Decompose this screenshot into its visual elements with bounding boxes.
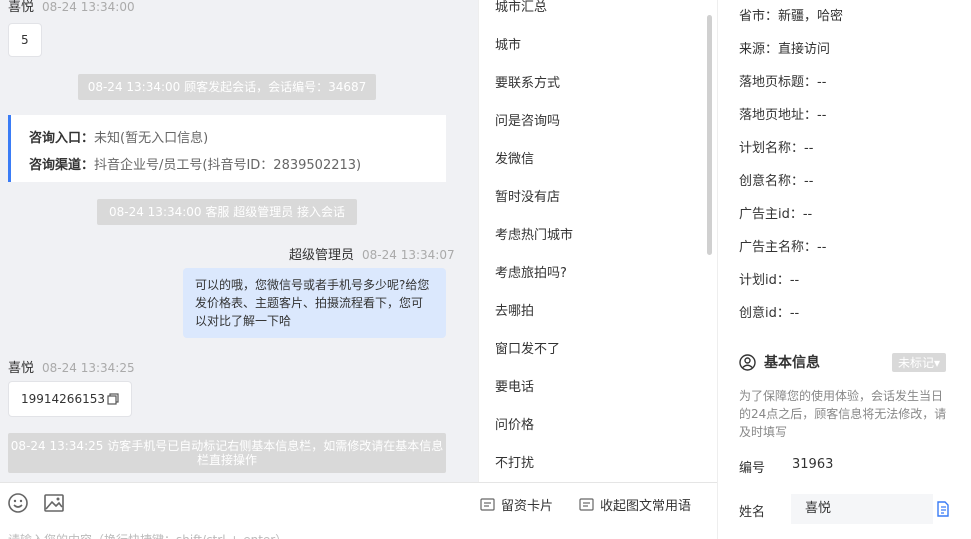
message-time: 08-24 13:34:07 <box>362 248 455 262</box>
agent-message-bubble: 可以的哦，您微信号或者手机号多少呢?给您发价格表、主题客片、拍摄流程看下，您可以… <box>183 268 446 338</box>
channel-value: 抖音企业号/员工号(抖音号ID：2839502213) <box>94 158 362 173</box>
message-time: 08-24 13:34:25 <box>42 361 135 375</box>
quick-reply-item[interactable]: 考虑旅拍吗? <box>495 262 567 281</box>
info-field: 落地页地址：-- <box>739 108 827 123</box>
status-tag-dropdown[interactable]: 未标记▾ <box>892 353 947 372</box>
message-bubble: 5 <box>8 23 42 57</box>
info-field: 计划id：-- <box>739 273 800 288</box>
collapse-phrases-button[interactable]: 收起图文常用语 <box>579 495 691 514</box>
copy-icon[interactable] <box>107 393 119 405</box>
info-field: 计划名称：-- <box>739 141 814 156</box>
info-field: 落地页标题：-- <box>739 75 827 90</box>
message-bubble: 19914266153 <box>8 381 132 417</box>
quick-reply-item[interactable]: 暂时没有店 <box>495 186 560 205</box>
entry-value: 未知(暂无入口信息) <box>94 131 209 146</box>
user-icon <box>739 353 756 371</box>
channel-label: 咨询渠道： <box>29 158 95 173</box>
quick-reply-item[interactable]: 要电话 <box>495 376 534 395</box>
info-field: 省市：新疆，哈密 <box>739 9 844 24</box>
customer-info-panel: 省市：新疆，哈密 来源：直接访问 落地页标题：-- 落地页地址：-- 计划名称：… <box>717 0 971 539</box>
quick-reply-item[interactable]: 问价格 <box>495 414 534 433</box>
phone-number: 19914266153 <box>21 392 105 406</box>
leave-card-label: 留资卡片 <box>501 499 554 514</box>
system-message: 08-24 13:34:00 顾客发起会话，会话编号：34687 <box>78 74 376 100</box>
name-field[interactable]: 喜悦 <box>791 494 933 524</box>
message-sender: 喜悦 08-24 13:34:25 <box>8 357 135 376</box>
sender-name: 喜悦 <box>8 361 35 376</box>
consult-info-card: 咨询入口：未知(暂无入口信息) 咨询渠道：抖音企业号/员工号(抖音号ID：283… <box>8 115 446 182</box>
basic-info-title: 基本信息 <box>739 352 820 372</box>
quick-reply-item[interactable]: 不打扰 <box>495 452 534 471</box>
sender-name: 喜悦 <box>8 0 35 15</box>
quick-reply-item[interactable]: 问是咨询吗 <box>495 110 560 129</box>
scrollbar[interactable] <box>707 15 712 255</box>
message-sender: 超级管理员 08-24 13:34:07 <box>289 244 455 263</box>
quick-reply-item[interactable]: 要联系方式 <box>495 72 560 91</box>
info-note: 为了保障您的使用体验，会话发生当日的24点之后，顾客信息将无法修改，请及时填写 <box>739 389 947 439</box>
system-message: 08-24 13:34:25 访客手机号已自动标记右侧基本信息栏，如需修改请在基… <box>8 433 446 473</box>
message-icon <box>579 498 594 511</box>
message-input-placeholder[interactable]: 请输入您的内容（换行快捷键：shift/ctrl + enter） <box>8 531 287 539</box>
info-field: 广告主名称：-- <box>739 240 827 255</box>
emoji-icon[interactable] <box>6 491 30 515</box>
edit-doc-icon[interactable] <box>936 501 950 517</box>
collapse-phrases-label: 收起图文常用语 <box>600 499 692 514</box>
info-field: 创意名称：-- <box>739 174 814 189</box>
quick-reply-list: 城市汇总 城市 要联系方式 问是咨询吗 发微信 暂时没有店 考虑热门城市 考虑旅… <box>478 0 717 482</box>
basic-info-label: 基本信息 <box>764 355 820 371</box>
info-field: 创意id：-- <box>739 306 800 321</box>
input-bar: 留资卡片 收起图文常用语 请输入您的内容（换行快捷键：shift/ctrl + … <box>0 482 717 539</box>
id-value: 31963 <box>792 457 834 472</box>
name-label: 姓名 <box>739 505 766 520</box>
system-message: 08-24 13:34:00 客服 超级管理员 接入会话 <box>97 199 357 225</box>
message-time: 08-24 13:34:00 <box>42 0 135 14</box>
info-field: 广告主id：-- <box>739 207 813 222</box>
quick-reply-item[interactable]: 城市 <box>495 34 521 53</box>
quick-reply-item[interactable]: 城市汇总 <box>495 0 547 15</box>
quick-reply-item[interactable]: 考虑热门城市 <box>495 224 573 243</box>
card-icon <box>480 498 495 511</box>
quick-reply-item[interactable]: 去哪拍 <box>495 300 534 319</box>
quick-reply-item[interactable]: 发微信 <box>495 148 534 167</box>
image-icon[interactable] <box>42 491 66 515</box>
sender-name: 超级管理员 <box>289 248 355 263</box>
message-sender: 喜悦 08-24 13:34:00 <box>8 0 135 15</box>
id-label: 编号 <box>739 461 766 476</box>
entry-label: 咨询入口： <box>29 131 95 146</box>
leave-card-button[interactable]: 留资卡片 <box>480 495 553 514</box>
info-field: 来源：直接访问 <box>739 42 831 57</box>
chat-panel: 喜悦 08-24 13:34:00 5 08-24 13:34:00 顾客发起会话… <box>0 0 478 482</box>
quick-reply-item[interactable]: 窗口发不了 <box>495 338 560 357</box>
